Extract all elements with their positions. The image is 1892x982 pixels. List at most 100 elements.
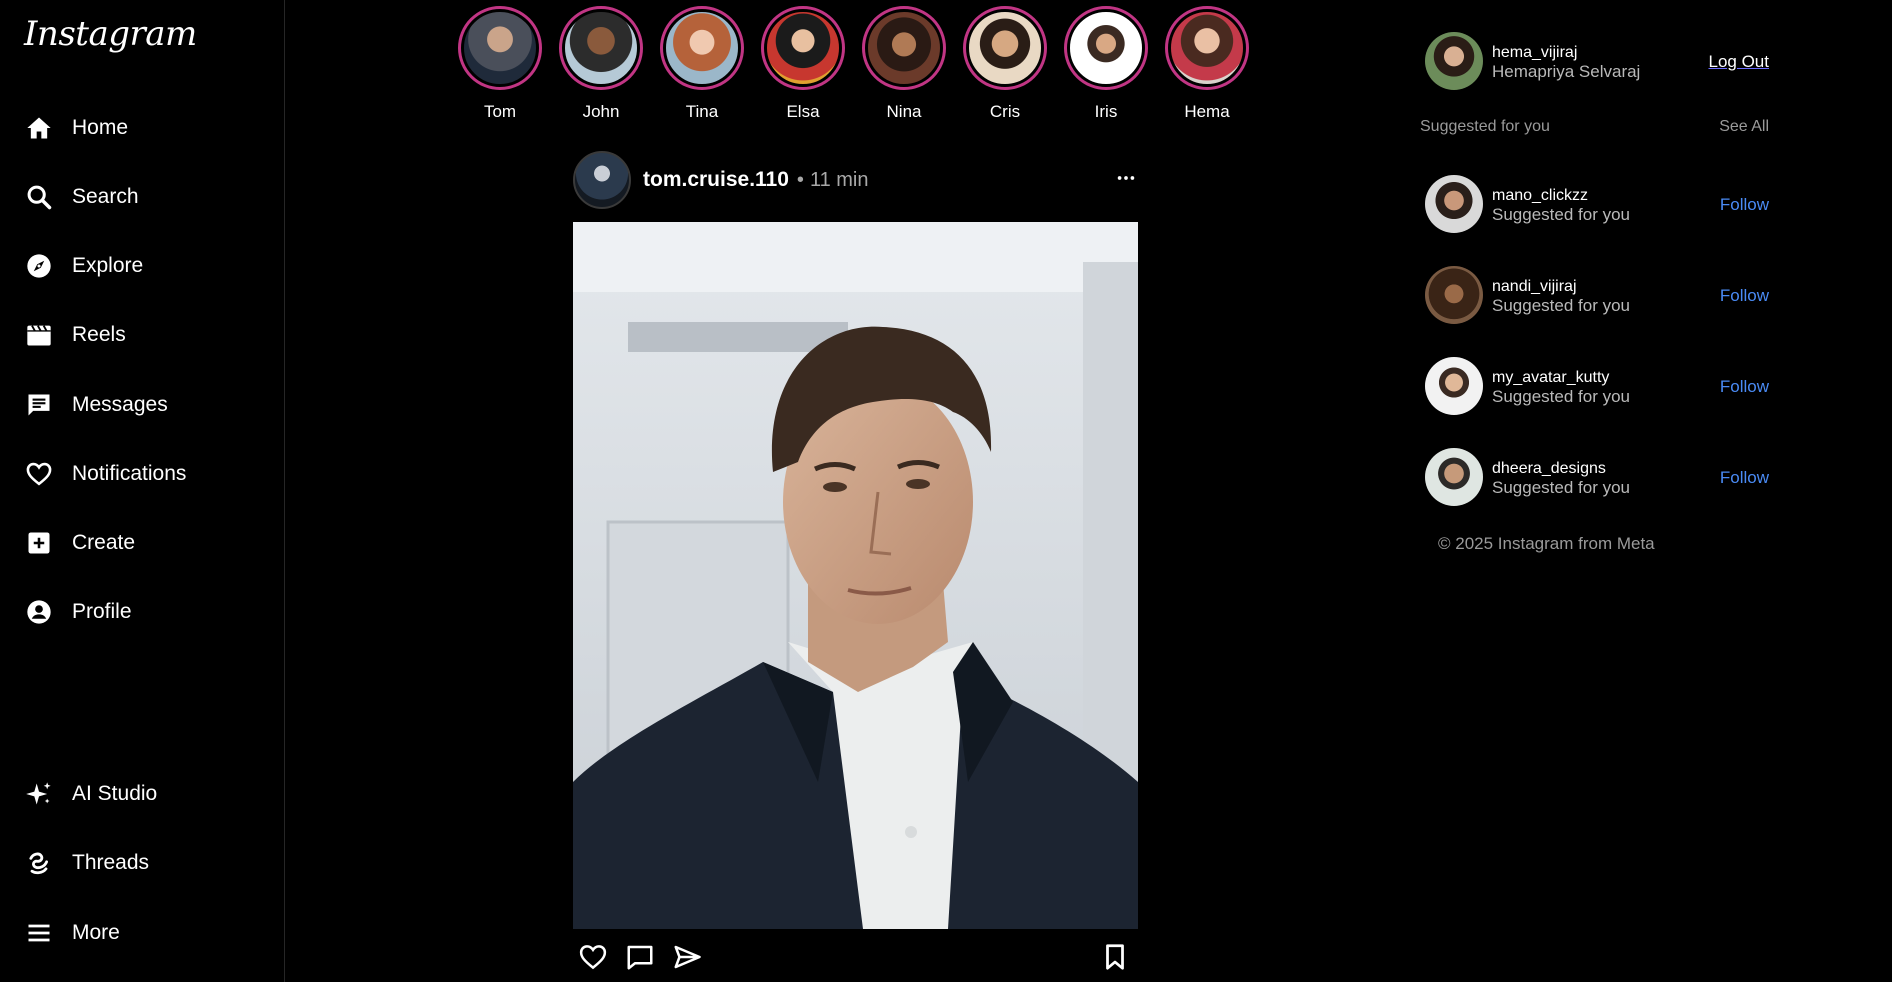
nav-messages-label: Messages [72, 393, 168, 416]
nav-profile[interactable]: Profile [24, 594, 132, 630]
suggestion-username[interactable]: nandi_vijiraj [1492, 277, 1630, 296]
story-item[interactable]: Cris [962, 6, 1048, 122]
sparkle-icon [24, 779, 54, 809]
suggestion-row: dheera_designs Suggested for you Follow [1424, 448, 1769, 508]
story-avatar [765, 10, 841, 86]
story-ring [1165, 6, 1249, 90]
profile-icon [24, 597, 54, 627]
copyright-footer: © 2025 Instagram from Meta [1438, 534, 1655, 553]
comment-icon[interactable] [623, 940, 657, 974]
nav-search[interactable]: Search [24, 179, 139, 215]
current-user-row: hema_vijiraj Hemapriya Selvaraj Log Out [1424, 32, 1769, 92]
story-item[interactable]: Tom [457, 6, 543, 122]
nav-more-label: More [72, 921, 120, 944]
instagram-logo[interactable]: Instagram [24, 14, 197, 54]
nav-profile-label: Profile [72, 600, 132, 623]
nav-search-label: Search [72, 185, 139, 208]
heart-icon [24, 459, 54, 489]
suggestion-info: nandi_vijiraj Suggested for you [1492, 277, 1630, 316]
suggestion-row: mano_clickzz Suggested for you Follow [1424, 175, 1769, 235]
follow-button[interactable]: Follow [1720, 195, 1769, 215]
nav-home[interactable]: Home [24, 110, 128, 146]
suggestion-avatar[interactable] [1425, 448, 1483, 506]
story-avatar [967, 10, 1043, 86]
nav-threads-label: Threads [72, 851, 150, 874]
story-name: Tina [685, 102, 719, 121]
suggestion-info: mano_clickzz Suggested for you [1492, 186, 1630, 225]
follow-button[interactable]: Follow [1720, 468, 1769, 488]
nav-notifications[interactable]: Notifications [24, 456, 186, 492]
follow-button[interactable]: Follow [1720, 377, 1769, 397]
post-timestamp: 11 min [809, 168, 869, 191]
post-actions [573, 940, 1138, 976]
suggestion-subtitle: Suggested for you [1492, 296, 1630, 315]
nav-reels[interactable]: Reels [24, 317, 126, 353]
suggestion-row: my_avatar_kutty Suggested for you Follow [1424, 357, 1769, 417]
like-heart-icon[interactable] [576, 940, 610, 974]
suggestion-subtitle: Suggested for you [1492, 478, 1630, 497]
threads-icon [24, 848, 54, 878]
suggestion-username[interactable]: dheera_designs [1492, 459, 1630, 478]
story-ring [963, 6, 1047, 90]
story-ring [660, 6, 744, 90]
sidebar: Instagram Home Search Explore Reels Mess… [0, 0, 285, 982]
suggestions-heading: Suggested for you [1420, 118, 1550, 135]
story-avatar [462, 10, 538, 86]
current-username[interactable]: hema_vijiraj [1492, 43, 1640, 62]
story-item[interactable]: Hema [1164, 6, 1250, 122]
suggestion-avatar[interactable] [1425, 357, 1483, 415]
story-item[interactable]: Nina [861, 6, 947, 122]
story-ring [862, 6, 946, 90]
story-item[interactable]: Tina [659, 6, 745, 122]
current-user-info: hema_vijiraj Hemapriya Selvaraj [1492, 43, 1640, 82]
story-name: Nina [886, 102, 922, 121]
post-header: tom.cruise.110 • 11 min [573, 151, 1138, 209]
nav-explore-label: Explore [72, 254, 144, 277]
story-avatar [1068, 10, 1144, 86]
suggestion-avatar[interactable] [1425, 266, 1483, 324]
story-avatar [563, 10, 639, 86]
story-avatar [866, 10, 942, 86]
suggestion-username[interactable]: mano_clickzz [1492, 186, 1630, 205]
post-separator: • [796, 168, 804, 191]
share-send-icon[interactable] [670, 940, 704, 974]
post-username[interactable]: tom.cruise.110 [643, 168, 789, 192]
search-icon [24, 182, 54, 212]
story-name: Cris [989, 102, 1021, 121]
suggestion-avatar[interactable] [1425, 175, 1483, 233]
nav-more[interactable]: More [24, 915, 120, 951]
suggestion-subtitle: Suggested for you [1492, 205, 1630, 224]
more-options-icon[interactable] [1114, 166, 1138, 190]
messages-icon [24, 390, 54, 420]
current-full-name: Hemapriya Selvaraj [1492, 62, 1641, 81]
nav-home-label: Home [72, 116, 129, 139]
nav-messages[interactable]: Messages [24, 387, 168, 423]
see-all-link[interactable]: See All [1719, 118, 1769, 136]
compass-icon [24, 251, 54, 281]
nav-threads[interactable]: Threads [24, 845, 149, 881]
nav-ai-studio[interactable]: AI Studio [24, 776, 157, 812]
story-name: Hema [1184, 102, 1230, 121]
nav-notifications-label: Notifications [72, 462, 187, 485]
story-ring [559, 6, 643, 90]
nav-ai-studio-label: AI Studio [72, 782, 158, 805]
suggestions-header: Suggested for you See All [1420, 118, 1769, 136]
story-name: John [582, 102, 620, 121]
post-author-avatar[interactable] [573, 151, 631, 209]
suggestion-username[interactable]: my_avatar_kutty [1492, 368, 1630, 387]
suggestion-info: dheera_designs Suggested for you [1492, 459, 1630, 498]
logout-button[interactable]: Log Out [1709, 52, 1770, 72]
post-photo[interactable] [573, 222, 1138, 929]
nav-explore[interactable]: Explore [24, 248, 143, 284]
story-avatar [664, 10, 740, 86]
bookmark-icon[interactable] [1098, 940, 1132, 974]
follow-button[interactable]: Follow [1720, 286, 1769, 306]
story-item[interactable]: John [558, 6, 644, 122]
nav-create[interactable]: Create [24, 525, 135, 561]
story-name: Tom [483, 102, 517, 121]
reels-icon [24, 320, 54, 350]
suggestion-row: nandi_vijiraj Suggested for you Follow [1424, 266, 1769, 326]
story-item[interactable]: Elsa [760, 6, 846, 122]
story-item[interactable]: Iris [1063, 6, 1149, 122]
current-user-avatar[interactable] [1425, 32, 1483, 90]
